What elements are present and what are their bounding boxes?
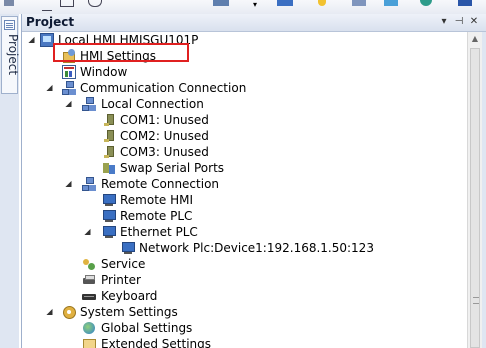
tree-item-swap[interactable]: Swap Serial Ports (22, 160, 322, 176)
tree-item-local-connection[interactable]: ◢ Local Connection (22, 96, 322, 112)
tree-item-communication[interactable]: ◢ Communication Connection (22, 80, 322, 96)
panel-pin-icon[interactable]: ⊣ (453, 15, 465, 29)
keyboard-icon (82, 289, 96, 303)
tree-item-global-settings[interactable]: Global Settings (22, 320, 322, 336)
tree-item-label: Remote PLC (120, 209, 193, 223)
tree-item-label: Remote HMI (120, 193, 194, 207)
tree-item-com1[interactable]: COM1: Unused (22, 112, 322, 128)
window-icon (62, 65, 76, 79)
tree-item-label: System Settings (80, 305, 178, 319)
tree-item-label: Global Settings (101, 321, 193, 335)
tree-item-label: Keyboard (101, 289, 158, 303)
toolbar-icon-db[interactable] (384, 0, 398, 6)
expand-toggle-icon[interactable]: ◢ (64, 176, 73, 192)
monitor-icon (121, 241, 135, 255)
toolbar-icon-block[interactable] (213, 0, 229, 6)
tree-item-extended-settings[interactable]: Extended Settings (22, 336, 322, 348)
project-panel: Project ▾ ⊣ ✕ ◢ Local HMI HMISGU101P HMI… (21, 14, 486, 348)
tree-item-label: Swap Serial Ports (120, 161, 225, 175)
gear-icon (62, 305, 76, 319)
vertical-scrollbar[interactable]: ▲ (467, 32, 482, 348)
tree-item-window[interactable]: Window (22, 64, 322, 80)
toolbar-icon-end[interactable] (458, 0, 472, 6)
project-tree: ◢ Local HMI HMISGU101P HMI Settings Wind… (22, 32, 462, 348)
extended-settings-icon (82, 337, 96, 348)
tree-item-system-settings[interactable]: ◢ System Settings (22, 304, 322, 320)
toolbar-strip: ▾ (0, 0, 486, 14)
toolbar-icon-rect[interactable] (60, 0, 74, 7)
tree-item-ethernet-plc[interactable]: ◢ Ethernet PLC (22, 224, 322, 240)
scrollbar-thumb[interactable] (470, 48, 480, 348)
toolbar-icon-clock[interactable] (420, 0, 432, 6)
project-tab-icon (4, 20, 15, 30)
printer-icon (82, 273, 96, 287)
toolbar-icon-arc[interactable] (88, 0, 102, 7)
project-side-tab[interactable]: Project (1, 16, 20, 94)
monitor-icon (102, 209, 116, 223)
network-icon (62, 81, 76, 95)
hmi-device-icon (40, 33, 54, 47)
tree-item-label: COM1: Unused (120, 113, 209, 127)
expand-toggle-icon[interactable]: ◢ (27, 32, 36, 48)
monitor-icon (102, 193, 116, 207)
tree-item-keyboard[interactable]: Keyboard (22, 288, 322, 304)
tree-item-service[interactable]: Service (22, 256, 322, 272)
network-icon (82, 97, 96, 111)
tree-item-label: Remote Connection (101, 177, 220, 191)
tree-item-label: Extended Settings (101, 337, 212, 348)
serial-port-icon (102, 145, 116, 159)
tree-item-com2[interactable]: COM2: Unused (22, 128, 322, 144)
toolbar-dropdown-icon[interactable]: ▾ (253, 0, 261, 10)
panel-titlebar: Project ▾ ⊣ ✕ (22, 14, 486, 32)
expand-toggle-icon[interactable]: ◢ (45, 80, 54, 96)
network-icon (82, 177, 96, 191)
tree-item-printer[interactable]: Printer (22, 272, 322, 288)
service-icon (82, 257, 96, 271)
panel-right-edge (482, 32, 486, 348)
tree-item-remote-hmi[interactable]: Remote HMI (22, 192, 322, 208)
toolbar-icon-cursor[interactable] (4, 0, 14, 6)
tree-item-remote-connection[interactable]: ◢ Remote Connection (22, 176, 322, 192)
tree-item-label: COM2: Unused (120, 129, 209, 143)
panel-close-icon[interactable]: ✕ (468, 15, 480, 29)
serial-port-icon (102, 113, 116, 127)
serial-port-icon (102, 129, 116, 143)
expand-toggle-icon[interactable]: ◢ (45, 304, 54, 320)
tree-item-remote-plc[interactable]: Remote PLC (22, 208, 322, 224)
tree-item-com3[interactable]: COM3: Unused (22, 144, 322, 160)
side-tab-strip: Project (0, 14, 20, 348)
expand-toggle-icon[interactable]: ◢ (83, 224, 92, 240)
panel-title: Project (26, 15, 75, 29)
toolbar-icon-bulb[interactable] (318, 0, 326, 6)
toolbar-icon-tool[interactable] (352, 0, 366, 6)
swap-icon (102, 161, 116, 175)
tree-item-label: Printer (101, 273, 141, 287)
scroll-up-arrow-icon[interactable]: ▲ (468, 32, 482, 46)
tree-item-label: COM3: Unused (120, 145, 209, 159)
panel-dropdown-icon[interactable]: ▾ (438, 15, 450, 29)
expand-toggle-icon[interactable]: ◢ (64, 96, 73, 112)
tree-item-label: Communication Connection (80, 81, 247, 95)
scrollbar-grip-icon (473, 297, 479, 304)
monitor-icon (102, 225, 116, 239)
toolbar-icon-line[interactable] (42, 0, 52, 11)
globe-icon (82, 321, 96, 335)
tree-item-network-plc[interactable]: Network Plc:Device1:192.168.1.50:123 (22, 240, 462, 256)
tree-item-label: Network Plc:Device1:192.168.1.50:123 (139, 241, 374, 255)
toolbar-icon-screen[interactable] (277, 0, 293, 6)
hmi-settings-highlight-box (53, 43, 189, 62)
tree-item-label: Service (101, 257, 146, 271)
tree-item-label: Ethernet PLC (120, 225, 198, 239)
tree-item-label: Local Connection (101, 97, 204, 111)
project-tab-label: Project (6, 34, 20, 76)
tree-item-label: Window (80, 65, 128, 79)
